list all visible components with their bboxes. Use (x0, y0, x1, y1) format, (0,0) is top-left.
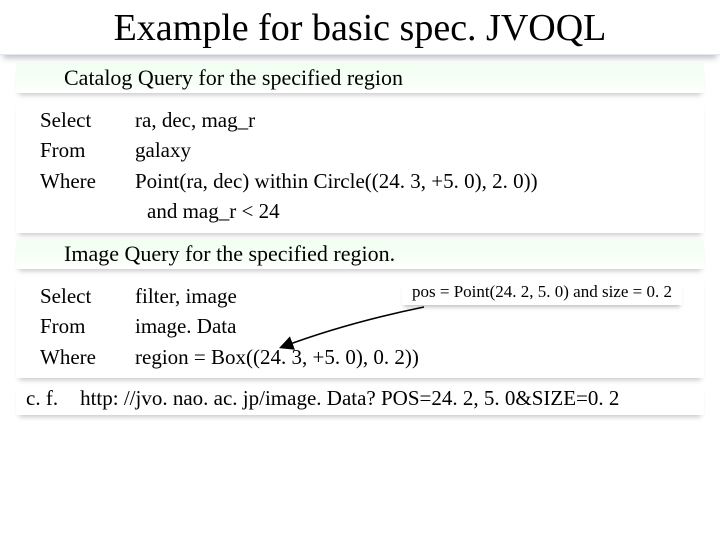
query-row: From galaxy (40, 135, 704, 165)
value-from: galaxy (135, 135, 704, 165)
query-row: Where region = Box((24. 3, +5. 0), 0. 2)… (40, 342, 704, 372)
cf-url: http: //jvo. nao. ac. jp/image. Data? PO… (80, 386, 704, 411)
keyword-where: Where (40, 166, 135, 196)
section-header-image: Image Query for the specified region. (16, 239, 704, 269)
keyword-from: From (40, 135, 135, 165)
keyword-where: Where (40, 342, 135, 372)
cf-row: c. f. http: //jvo. nao. ac. jp/image. Da… (16, 384, 704, 415)
slide-title: Example for basic spec. JVOQL (0, 0, 720, 55)
keyword-from: From (40, 311, 135, 341)
query-row: From image. Data (40, 311, 704, 341)
section-header-catalog: Catalog Query for the specified region (16, 63, 704, 93)
query-block-catalog: Select ra, dec, mag_r From galaxy Where … (16, 101, 704, 233)
value-from: image. Data (135, 311, 704, 341)
cf-label: c. f. (26, 386, 58, 411)
keyword-select: Select (40, 105, 135, 135)
keyword-select: Select (40, 281, 135, 311)
query-row: Where Point(ra, dec) within Circle((24. … (40, 166, 704, 196)
value-where: region = Box((24. 3, +5. 0), 0. 2)) (135, 342, 704, 372)
query-row: Select ra, dec, mag_r (40, 105, 704, 135)
value-where: Point(ra, dec) within Circle((24. 3, +5.… (135, 166, 704, 196)
query-block-image: Select filter, image From image. Data Wh… (16, 277, 704, 378)
annotation-box: pos = Point(24. 2, 5. 0) and size = 0. 2 (402, 281, 682, 305)
value-where-cont: and mag_r < 24 (40, 196, 704, 226)
value-select: ra, dec, mag_r (135, 105, 704, 135)
